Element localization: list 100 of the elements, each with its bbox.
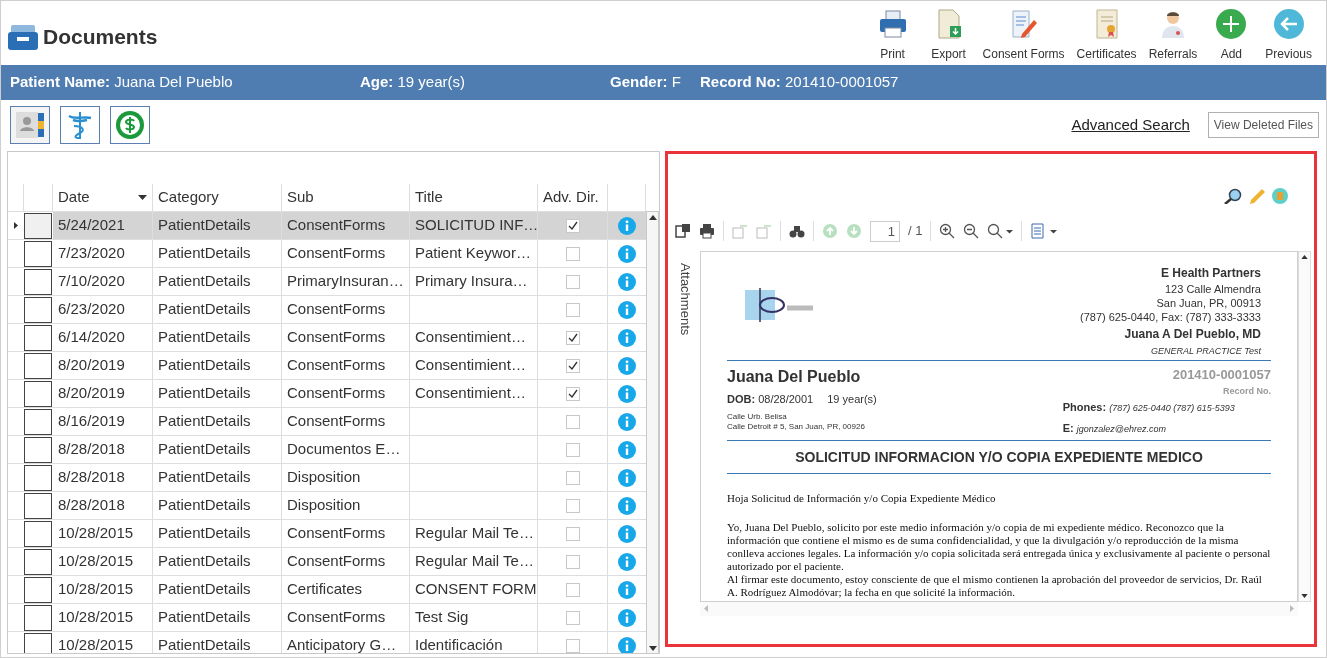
- grid-row[interactable]: 6/14/2020 PatientDetails ConsentForms Consentimient…: [8, 323, 646, 351]
- row-checkbox[interactable]: [24, 212, 52, 239]
- table-cell-text: 8/20/2019: [58, 383, 125, 404]
- row-checkbox[interactable]: [24, 408, 52, 435]
- info-icon[interactable]: [618, 496, 636, 515]
- scroll-right-icon[interactable]: [1290, 605, 1294, 612]
- scroll-left-icon[interactable]: [704, 605, 708, 612]
- print-icon[interactable]: [699, 223, 715, 239]
- advanced-search-link[interactable]: Advanced Search: [1071, 113, 1190, 137]
- contact-card-button[interactable]: [10, 106, 50, 144]
- info-icon[interactable]: [618, 272, 636, 291]
- clinic-logo: [745, 288, 815, 322]
- next-page-icon[interactable]: [846, 223, 862, 239]
- checkbox[interactable]: [565, 526, 580, 541]
- checkbox[interactable]: [565, 582, 580, 597]
- scroll-up-icon[interactable]: [1301, 255, 1308, 259]
- info-icon[interactable]: [618, 328, 636, 347]
- toolbar-button[interactable]: Print: [864, 8, 921, 63]
- scroll-up-icon[interactable]: [648, 215, 657, 220]
- info-icon[interactable]: [618, 412, 636, 431]
- page-number-field[interactable]: 1: [870, 220, 900, 242]
- info-icon[interactable]: [618, 552, 636, 571]
- row-checkbox[interactable]: [24, 436, 52, 463]
- toolbar-button[interactable]: Add: [1203, 8, 1260, 63]
- scrollbar[interactable]: [646, 211, 659, 653]
- billing-button[interactable]: [110, 106, 150, 144]
- thumbnails-icon[interactable]: [675, 223, 691, 239]
- scroll-down-icon[interactable]: [648, 646, 657, 651]
- toolbar-button[interactable]: Certificates: [1070, 8, 1143, 63]
- info-icon[interactable]: [618, 608, 636, 627]
- grid-row[interactable]: 10/28/2015 PatientDetails ConsentForms Regular Mail Te…: [8, 547, 646, 575]
- grid-row[interactable]: 8/28/2018 PatientDetails Disposition: [8, 491, 646, 519]
- checkbox[interactable]: [565, 442, 580, 457]
- row-checkbox[interactable]: [24, 604, 52, 631]
- row-checkbox[interactable]: [24, 268, 52, 295]
- info-icon[interactable]: [618, 384, 636, 403]
- table-cell-text: 10/28/2015: [58, 551, 134, 572]
- checkbox[interactable]: [565, 218, 580, 233]
- attachments-tab[interactable]: Attachments: [675, 263, 696, 644]
- binoculars-icon[interactable]: [789, 223, 805, 239]
- row-checkbox[interactable]: [24, 352, 52, 379]
- checkbox[interactable]: [565, 274, 580, 289]
- row-checkbox[interactable]: [24, 296, 52, 323]
- checkbox[interactable]: [565, 246, 580, 261]
- info-icon[interactable]: [618, 300, 636, 319]
- table-cell-text: Patient Keywor…: [415, 243, 531, 264]
- row-checkbox[interactable]: [24, 576, 52, 603]
- grid-row[interactable]: 8/28/2018 PatientDetails Disposition: [8, 463, 646, 491]
- checkbox[interactable]: [565, 638, 580, 653]
- grid-row[interactable]: 10/28/2015 PatientDetails Certificates CONSENT FORM: [8, 575, 646, 603]
- row-checkbox[interactable]: [24, 240, 52, 267]
- view-deleted-files-button[interactable]: View Deleted Files: [1207, 112, 1319, 138]
- scroll-down-icon[interactable]: [1301, 593, 1308, 598]
- row-checkbox[interactable]: [24, 324, 52, 351]
- page-scrollbar[interactable]: [1298, 251, 1311, 602]
- grid-row[interactable]: 8/20/2019 PatientDetails ConsentForms Consentimient…: [8, 351, 646, 379]
- row-checkbox[interactable]: [24, 380, 52, 407]
- zoom-in-icon[interactable]: [939, 223, 956, 239]
- grid-row[interactable]: 5/24/2021 PatientDetails ConsentForms SOLICITUD INF…: [8, 211, 646, 239]
- grid-row[interactable]: 7/10/2020 PatientDetails PrimaryInsuran… Primary Insura…: [8, 267, 646, 295]
- toolbar-button[interactable]: Previous: [1259, 8, 1318, 63]
- row-checkbox[interactable]: [24, 464, 52, 491]
- checkbox[interactable]: [565, 498, 580, 513]
- row-checkbox[interactable]: [24, 520, 52, 547]
- info-icon[interactable]: [618, 244, 636, 263]
- grid-row[interactable]: 6/23/2020 PatientDetails ConsentForms: [8, 295, 646, 323]
- row-checkbox[interactable]: [24, 548, 52, 575]
- row-checkbox[interactable]: [24, 492, 52, 519]
- search-icon[interactable]: [1223, 188, 1243, 204]
- checkbox[interactable]: [565, 414, 580, 429]
- grid-row[interactable]: 7/23/2020 PatientDetails ConsentForms Patient Keywor…: [8, 239, 646, 267]
- info-icon[interactable]: [618, 216, 636, 235]
- checkbox[interactable]: [565, 554, 580, 569]
- toolbar-button[interactable]: Consent Forms: [976, 8, 1071, 63]
- grid-row[interactable]: 10/28/2015 PatientDetails ConsentForms Test Sig: [8, 603, 646, 631]
- grid-row[interactable]: 8/16/2019 PatientDetails ConsentForms: [8, 407, 646, 435]
- checkbox[interactable]: [565, 470, 580, 485]
- info-icon[interactable]: [618, 524, 636, 543]
- page-layout-icon[interactable]: [1030, 223, 1059, 239]
- previous-page-icon[interactable]: [822, 223, 838, 239]
- zoom-out-icon[interactable]: [963, 223, 980, 239]
- info-icon[interactable]: [618, 468, 636, 487]
- info-icon[interactable]: [618, 636, 636, 653]
- checkbox[interactable]: [565, 302, 580, 317]
- checkbox[interactable]: [565, 330, 580, 345]
- grid-row[interactable]: 8/20/2019 PatientDetails ConsentForms Consentimient…: [8, 379, 646, 407]
- grid-row[interactable]: 10/28/2015 PatientDetails Anticipatory G… Identificación: [8, 631, 646, 653]
- grid-row[interactable]: 10/28/2015 PatientDetails ConsentForms Regular Mail Te…: [8, 519, 646, 547]
- toolbar-button[interactable]: Export: [920, 8, 977, 63]
- row-checkbox[interactable]: [24, 632, 52, 653]
- info-icon[interactable]: [618, 440, 636, 459]
- info-icon[interactable]: [618, 580, 636, 599]
- checkbox[interactable]: [565, 386, 580, 401]
- checkbox[interactable]: [565, 610, 580, 625]
- toolbar-button[interactable]: Referrals: [1142, 8, 1204, 63]
- grid-row[interactable]: 8/28/2018 PatientDetails Documentos E…: [8, 435, 646, 463]
- medical-caduceus-button[interactable]: [60, 106, 100, 144]
- info-icon[interactable]: [618, 356, 636, 375]
- zoom-dropdown-icon[interactable]: [987, 223, 1014, 239]
- checkbox[interactable]: [565, 358, 580, 373]
